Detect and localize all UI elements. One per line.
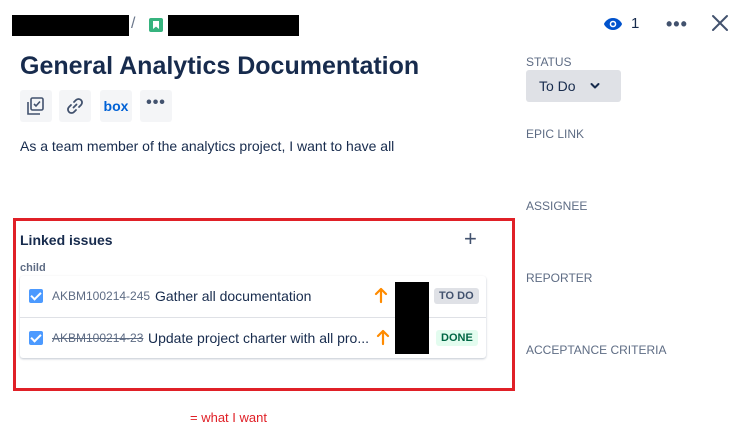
- priority-high-icon: [376, 329, 390, 346]
- story-icon: [149, 18, 163, 32]
- redacted-issue-key: [168, 15, 299, 36]
- breadcrumb-separator: /: [131, 15, 136, 32]
- subtask-icon: [29, 331, 43, 345]
- redacted-project-name: [12, 15, 129, 36]
- link-relation-label: child: [20, 262, 46, 274]
- watch-count: 1: [631, 15, 640, 32]
- more-icon: •••: [146, 94, 166, 111]
- linked-issue-row[interactable]: AKBM100214-23 Update project charter wit…: [20, 317, 486, 358]
- subtask-icon: [29, 289, 43, 303]
- eye-icon: [604, 17, 622, 30]
- reporter-label: REPORTER: [526, 271, 593, 285]
- priority-high-icon: [374, 287, 388, 304]
- issue-summary[interactable]: Update project charter with all pro...: [148, 330, 374, 346]
- status-lozenge: DONE: [436, 330, 478, 346]
- status-label: STATUS: [526, 55, 572, 69]
- assignee-label: ASSIGNEE: [526, 199, 588, 213]
- link-issue-button[interactable]: [59, 90, 91, 122]
- status-value: To Do: [539, 78, 576, 94]
- checklist-icon: [27, 97, 44, 115]
- issue-title[interactable]: General Analytics Documentation: [20, 52, 419, 81]
- add-child-button[interactable]: [20, 90, 52, 122]
- close-icon[interactable]: [709, 12, 731, 34]
- issue-summary[interactable]: Gather all documentation: [155, 288, 377, 304]
- box-icon: box: [103, 98, 129, 114]
- linked-issues-list: AKBM100214-245 Gather all documentation …: [20, 276, 486, 358]
- redacted-assignee: [395, 317, 429, 354]
- watch-button[interactable]: 1: [603, 15, 639, 32]
- more-actions-button[interactable]: •••: [140, 90, 172, 122]
- linked-issues-heading: Linked issues: [20, 232, 113, 248]
- chevron-down-icon: [590, 83, 600, 89]
- more-icon[interactable]: •••: [666, 14, 688, 35]
- add-linked-issue-button[interactable]: +: [464, 228, 477, 250]
- issue-key[interactable]: AKBM100214-245: [52, 289, 150, 303]
- status-lozenge: TO DO: [434, 288, 479, 304]
- issue-description[interactable]: As a team member of the analytics projec…: [20, 138, 394, 154]
- status-dropdown[interactable]: To Do: [526, 70, 621, 102]
- epic-link-label: EPIC LINK: [526, 127, 585, 141]
- link-icon: [67, 98, 83, 114]
- box-button[interactable]: box: [100, 90, 132, 122]
- issue-key[interactable]: AKBM100214-23: [52, 331, 143, 345]
- acceptance-criteria-label: ACCEPTANCE CRITERIA: [526, 343, 667, 357]
- redacted-assignee: [395, 282, 429, 318]
- linked-issue-row[interactable]: AKBM100214-245 Gather all documentation …: [20, 276, 486, 318]
- annotation-note: = what I want: [190, 410, 267, 425]
